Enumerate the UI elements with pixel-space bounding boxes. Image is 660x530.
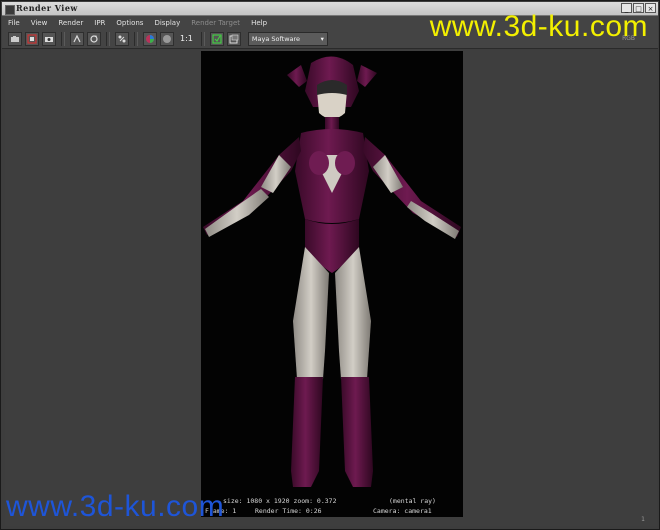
rendered-image — [201, 51, 463, 517]
app-icon — [5, 5, 15, 15]
render-view-window: Render View _ □ × File View Render IPR O… — [0, 0, 660, 530]
alpha-channel-icon[interactable] — [160, 31, 174, 46]
chevron-down-icon: ▾ — [320, 34, 324, 43]
character-render — [203, 56, 461, 487]
renderer-dropdown[interactable]: Maya Software ▾ — [247, 31, 328, 46]
menu-render[interactable]: Render — [58, 19, 83, 27]
menu-help[interactable]: Help — [251, 19, 267, 27]
toolbar-separator — [200, 31, 205, 46]
page-indicator: 1 — [641, 516, 645, 523]
watermark-top: www.3d-ku.com — [429, 10, 648, 43]
render-time: Render Time: 0:26 — [255, 507, 322, 515]
keep-image-icon[interactable] — [209, 31, 224, 46]
snapshot-icon[interactable] — [42, 31, 56, 46]
toolbar-separator — [61, 31, 65, 46]
menu-render-target: Render Target — [191, 18, 241, 27]
render-region-icon[interactable] — [25, 31, 39, 46]
ipr-render-icon[interactable] — [70, 31, 84, 46]
renderer-label: (mental ray) — [389, 497, 436, 505]
camera-label: Camera: camera1 — [373, 507, 432, 515]
menu-options[interactable]: Options — [116, 19, 143, 27]
menu-file[interactable]: File — [8, 19, 20, 27]
refresh-icon[interactable] — [87, 31, 101, 46]
render-settings-icon[interactable] — [115, 31, 129, 46]
menu-view[interactable]: View — [31, 19, 48, 27]
window-title: Render View — [16, 3, 78, 13]
redo-render-icon[interactable] — [8, 31, 22, 46]
real-size-button[interactable]: 1:1 — [177, 34, 196, 43]
menu-ipr[interactable]: IPR — [94, 19, 105, 27]
watermark-bottom: www.3d-ku.com — [6, 490, 225, 523]
menu-display[interactable]: Display — [154, 19, 180, 27]
render-size-zoom: size: 1080 x 1920 zoom: 0.372 — [223, 497, 337, 505]
renderer-value: Maya Software — [251, 34, 301, 43]
rgb-channel-icon[interactable] — [143, 31, 157, 46]
render-info: size: 1080 x 1920 zoom: 0.372 (mental ra… — [201, 497, 463, 519]
toolbar-separator — [106, 31, 110, 46]
remove-image-icon[interactable] — [226, 31, 241, 46]
toolbar-separator — [134, 31, 138, 46]
